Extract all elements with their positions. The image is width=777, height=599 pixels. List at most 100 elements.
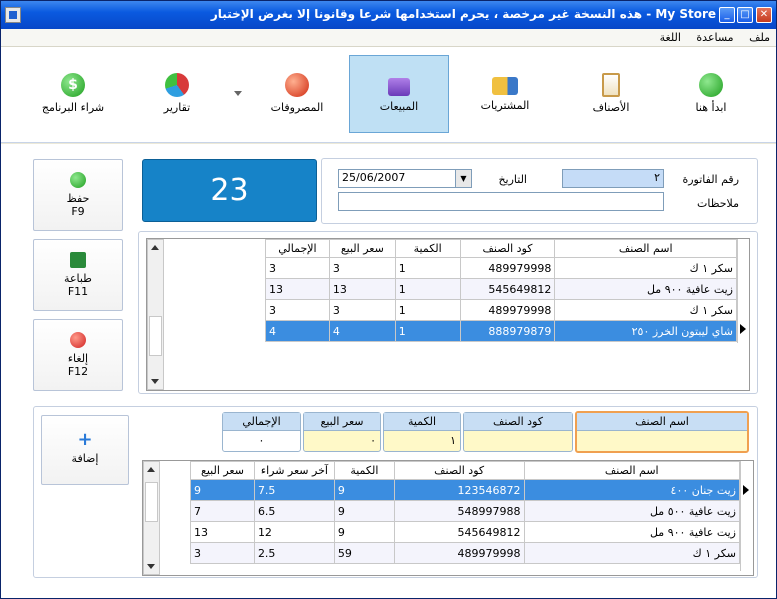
- table-cell[interactable]: 545649812: [393, 521, 525, 543]
- col-total[interactable]: الإجمالي: [265, 239, 330, 258]
- table-cell[interactable]: 7.5: [253, 479, 335, 501]
- add-button[interactable]: + إضافة: [41, 415, 129, 485]
- entry-qty[interactable]: الكمية ١: [383, 412, 461, 452]
- col-name[interactable]: اسم الصنف: [523, 461, 741, 480]
- scroll-up-icon[interactable]: [151, 245, 159, 250]
- table-cell[interactable]: 59: [333, 542, 395, 564]
- maximize-button[interactable]: □: [737, 7, 753, 23]
- table-cell[interactable]: 3: [265, 299, 330, 321]
- table-cell[interactable]: سكر ١ ك: [554, 257, 737, 279]
- table-cell[interactable]: 4: [265, 320, 330, 342]
- col-qty[interactable]: الكمية: [394, 239, 461, 258]
- items-grid-scrollbar[interactable]: [143, 461, 160, 575]
- toolbar-purchases[interactable]: المشتريات: [455, 55, 555, 133]
- table-cell[interactable]: 4: [328, 320, 396, 342]
- notes-field[interactable]: [338, 192, 664, 211]
- entry-code[interactable]: كود الصنف: [463, 412, 573, 452]
- table-cell[interactable]: 6.5: [253, 500, 335, 522]
- toolbar-label: المبيعات: [379, 100, 419, 113]
- table-row[interactable]: 4 4 1 888979879 شاي ليبتون الخرز ٢٥٠: [265, 320, 737, 342]
- toolbar-expenses[interactable]: المصروفات: [247, 55, 347, 133]
- chevron-down-icon[interactable]: [234, 91, 242, 96]
- menu-file[interactable]: ملف: [743, 29, 776, 46]
- toolbar-sales[interactable]: المبيعات: [349, 55, 449, 133]
- col-price[interactable]: سعر البيع: [328, 239, 396, 258]
- table-row[interactable]: 13 12 9 545649812 زيت عافية ٩٠٠ مل: [190, 521, 741, 543]
- toolbar-label: المصروفات: [270, 101, 324, 114]
- table-cell[interactable]: 2.5: [253, 542, 335, 564]
- table-row[interactable]: 9 7.5 9 123546872 زيت جنان ٤٠٠: [190, 479, 741, 501]
- toolbar-start-here[interactable]: ابدأ هنا: [661, 55, 761, 133]
- save-button[interactable]: حفظ F9: [33, 159, 123, 231]
- table-cell[interactable]: 123546872: [393, 479, 525, 501]
- table-cell[interactable]: 9: [190, 479, 255, 501]
- toolbar-items[interactable]: الأصناف: [561, 55, 661, 133]
- invoice-grid[interactable]: الإجمالي سعر البيع الكمية كود الصنف اسم …: [146, 238, 750, 391]
- cancel-button[interactable]: إلغاء F12: [33, 319, 123, 391]
- print-shortcut: F11: [67, 285, 89, 298]
- table-cell[interactable]: 13: [328, 278, 396, 300]
- table-cell[interactable]: 12: [253, 521, 335, 543]
- table-cell[interactable]: 9: [333, 479, 395, 501]
- table-cell[interactable]: 13: [190, 521, 255, 543]
- table-cell[interactable]: زيت عافية ٩٠٠ مل: [523, 521, 741, 543]
- toolbar-buy[interactable]: $ شراء البرنامج: [23, 55, 123, 133]
- table-cell[interactable]: شاي ليبتون الخرز ٢٥٠: [554, 320, 737, 342]
- table-cell[interactable]: 13: [265, 278, 330, 300]
- chevron-down-icon[interactable]: ▼: [455, 170, 471, 187]
- scroll-down-icon[interactable]: [151, 379, 159, 384]
- entry-price[interactable]: سعر البيع ٠: [303, 412, 381, 452]
- scroll-thumb[interactable]: [149, 316, 162, 356]
- table-cell[interactable]: زيت عافية ٥٠٠ مل: [523, 500, 741, 522]
- col-qty[interactable]: الكمية: [333, 461, 395, 480]
- col-code[interactable]: كود الصنف: [459, 239, 556, 258]
- col-sale-price[interactable]: سعر البيع: [190, 461, 255, 480]
- col-last-cost[interactable]: آخر سعر شراء: [253, 461, 335, 480]
- table-cell[interactable]: 548997988: [393, 500, 525, 522]
- table-cell[interactable]: سكر ١ ك: [523, 542, 741, 564]
- scroll-thumb[interactable]: [145, 482, 158, 522]
- toolbar-reports[interactable]: تقارير: [127, 55, 227, 133]
- table-row[interactable]: 13 13 1 545649812 زيت عافية ٩٠٠ مل: [265, 278, 737, 300]
- date-picker[interactable]: 25/06/2007 ▼: [338, 169, 472, 188]
- entry-price-field[interactable]: ٠: [304, 431, 380, 451]
- table-cell[interactable]: 1: [394, 257, 461, 279]
- table-cell[interactable]: زيت عافية ٩٠٠ مل: [554, 278, 737, 300]
- table-cell[interactable]: سكر ١ ك: [554, 299, 737, 321]
- table-cell[interactable]: 489979998: [459, 257, 556, 279]
- table-cell[interactable]: 9: [333, 521, 395, 543]
- table-cell[interactable]: 489979998: [459, 299, 556, 321]
- table-row[interactable]: 7 6.5 9 548997988 زيت عافية ٥٠٠ مل: [190, 500, 741, 522]
- menu-language[interactable]: اللغة: [654, 29, 687, 46]
- entry-qty-field[interactable]: ١: [384, 431, 460, 451]
- menu-help[interactable]: مساعدة: [690, 29, 739, 46]
- table-cell[interactable]: زيت جنان ٤٠٠: [523, 479, 741, 501]
- scroll-up-icon[interactable]: [147, 467, 155, 472]
- table-cell[interactable]: 888979879: [459, 320, 556, 342]
- minimize-button[interactable]: _: [719, 7, 735, 23]
- print-button[interactable]: طباعة F11: [33, 239, 123, 311]
- table-row[interactable]: 3 3 1 489979998 سكر ١ ك: [265, 299, 737, 321]
- table-cell[interactable]: 9: [333, 500, 395, 522]
- table-cell[interactable]: 3: [190, 542, 255, 564]
- table-cell[interactable]: 3: [328, 257, 396, 279]
- col-code[interactable]: كود الصنف: [393, 461, 525, 480]
- table-cell[interactable]: 3: [328, 299, 396, 321]
- app-icon[interactable]: [5, 7, 21, 23]
- table-cell[interactable]: 1: [394, 320, 461, 342]
- table-cell[interactable]: 3: [265, 257, 330, 279]
- table-cell[interactable]: 1: [394, 299, 461, 321]
- scroll-down-icon[interactable]: [147, 564, 155, 569]
- invoice-number-field[interactable]: ٢: [562, 169, 664, 188]
- table-row[interactable]: 3 2.5 59 489979998 سكر ١ ك: [190, 542, 741, 564]
- items-grid[interactable]: سعر البيع آخر سعر شراء الكمية كود الصنف …: [142, 460, 754, 576]
- table-cell[interactable]: 545649812: [459, 278, 556, 300]
- table-cell[interactable]: 489979998: [393, 542, 525, 564]
- table-cell[interactable]: 7: [190, 500, 255, 522]
- close-button[interactable]: ✕: [756, 7, 772, 23]
- col-name[interactable]: اسم الصنف: [554, 239, 737, 258]
- table-row[interactable]: 3 3 1 489979998 سكر ١ ك: [265, 257, 737, 279]
- invoice-grid-scrollbar[interactable]: [147, 239, 164, 390]
- entry-name[interactable]: اسم الصنف: [575, 411, 749, 453]
- table-cell[interactable]: 1: [394, 278, 461, 300]
